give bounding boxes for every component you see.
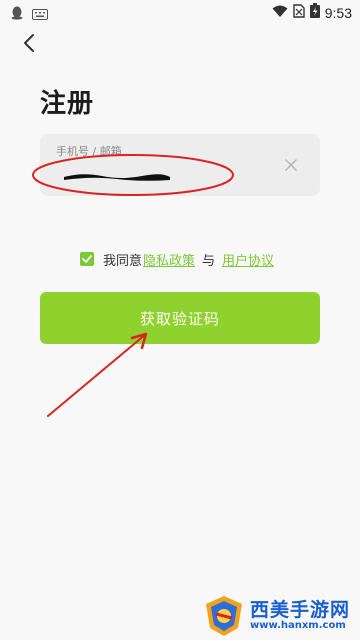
agreement-row: 我同意 隐私政策 与 用户协议 [80, 249, 275, 269]
site-watermark: 西美手游网 www.hanxm.com [200, 594, 360, 638]
agreement-checkbox[interactable] [80, 252, 94, 266]
check-icon [82, 255, 92, 263]
privacy-policy-link[interactable]: 隐私政策 [143, 250, 195, 269]
user-agreement-link[interactable]: 用户协议 [222, 250, 274, 269]
back-arrow-icon [24, 34, 34, 52]
keyboard-icon [32, 5, 48, 24]
watermark-url: www.hanxm.com [250, 620, 346, 631]
clear-icon[interactable] [284, 158, 298, 172]
register-screen: 9:53 注册 手机号 / 邮箱 我同意 隐私政策 与 用户协议 获取验证码 西… [0, 0, 360, 640]
get-code-button[interactable]: 获取验证码 [40, 292, 320, 344]
battery-icon [309, 3, 320, 22]
agreement-separator: 与 [202, 253, 216, 269]
clock: 9:53 [324, 4, 352, 21]
watermark-name: 西美手游网 [250, 599, 351, 621]
no-sim-icon [293, 3, 305, 22]
agreement-prefix: 我同意 [103, 253, 143, 269]
phone-email-label: 手机号 / 邮箱 [56, 145, 122, 158]
status-bar: 9:53 [0, 0, 360, 24]
back-button[interactable] [16, 30, 42, 56]
page-title: 注册 [40, 89, 95, 119]
redaction-scribble [64, 174, 170, 181]
watermark-logo-icon [206, 596, 242, 636]
wifi-icon [272, 3, 288, 22]
phone-email-field[interactable]: 手机号 / 邮箱 [40, 134, 320, 196]
qq-icon [11, 5, 23, 24]
